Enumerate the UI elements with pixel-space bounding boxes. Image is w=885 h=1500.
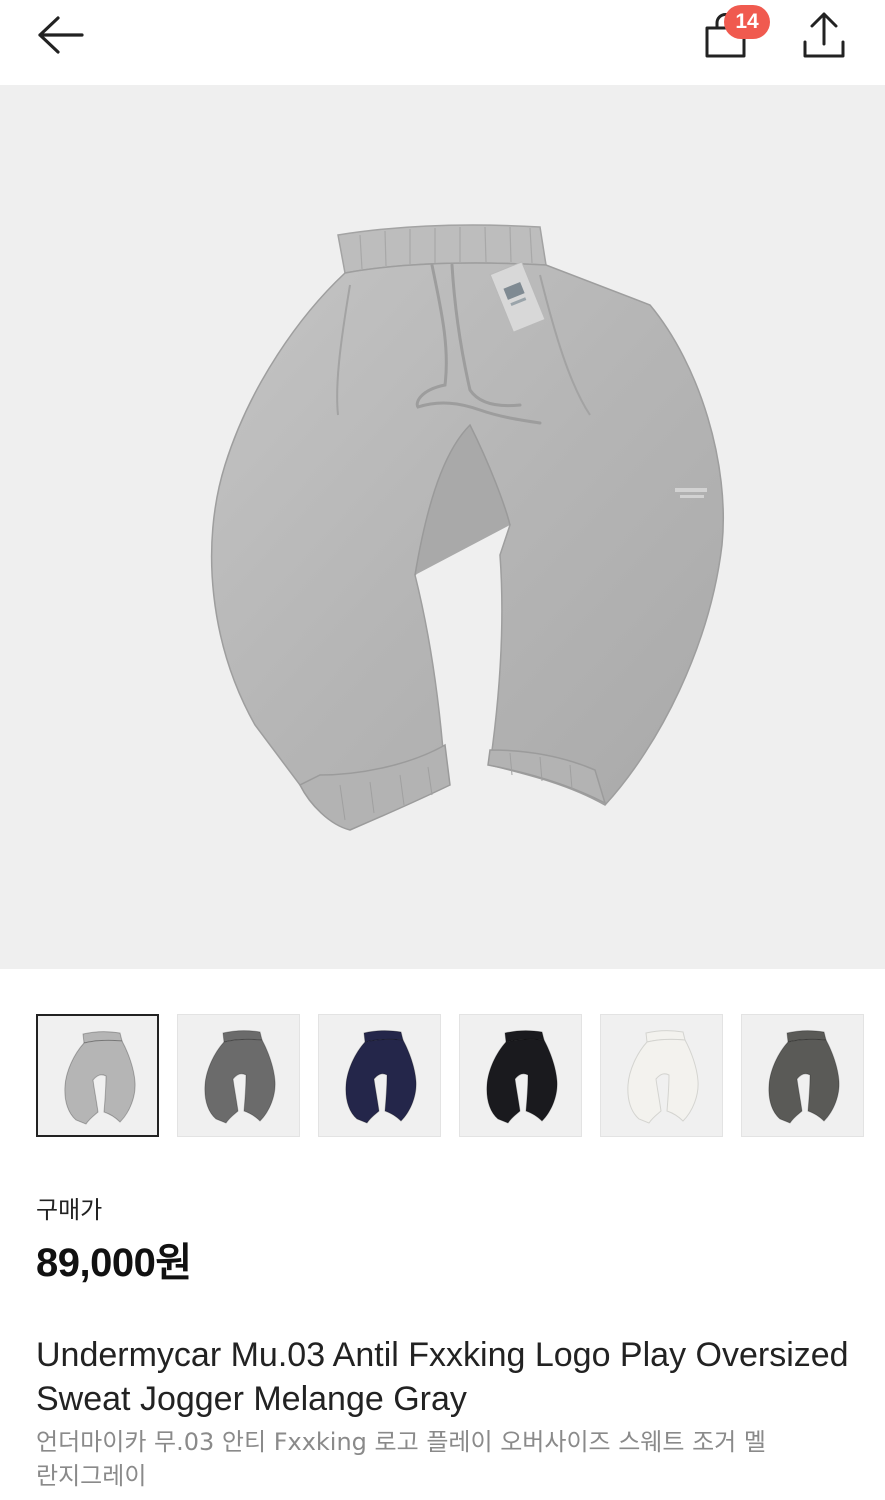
thumbnail-charcoal[interactable] (177, 1014, 300, 1137)
thumbnail-strip (36, 1014, 866, 1137)
cart-count-badge: 14 (724, 5, 770, 39)
thumbnail-pants-image (204, 1030, 276, 1124)
back-button[interactable] (30, 10, 90, 60)
price-value: 89,000원 (36, 1241, 192, 1285)
thumbnail-navy[interactable] (318, 1014, 441, 1137)
thumbnail-melange-gray[interactable] (36, 1014, 159, 1137)
share-upload-icon (803, 12, 845, 58)
thumbnail-pants-image (345, 1030, 417, 1124)
top-bar: 14 (0, 0, 885, 85)
product-title-english: Undermycar Mu.03 Antil Fxxking Logo Play… (36, 1336, 849, 1418)
thumbnail-dark-gray[interactable] (741, 1014, 864, 1137)
thumbnail-pants-image (627, 1030, 699, 1124)
price-label: 구매가 (36, 1196, 103, 1224)
share-button[interactable] (795, 6, 855, 66)
thumbnail-black[interactable] (459, 1014, 582, 1137)
thumbnail-white[interactable] (600, 1014, 723, 1137)
product-main-image[interactable] (0, 85, 885, 969)
arrow-left-icon (38, 16, 84, 54)
jogger-pants-image (210, 224, 725, 831)
thumbnail-pants-image (768, 1030, 840, 1124)
thumbnail-pants-image (64, 1031, 136, 1125)
product-title-korean: 언더마이카 무.03 안티 Fxxking 로고 플레이 오버사이즈 스웨트 조… (36, 1428, 766, 1490)
thumbnail-pants-image (486, 1030, 558, 1124)
